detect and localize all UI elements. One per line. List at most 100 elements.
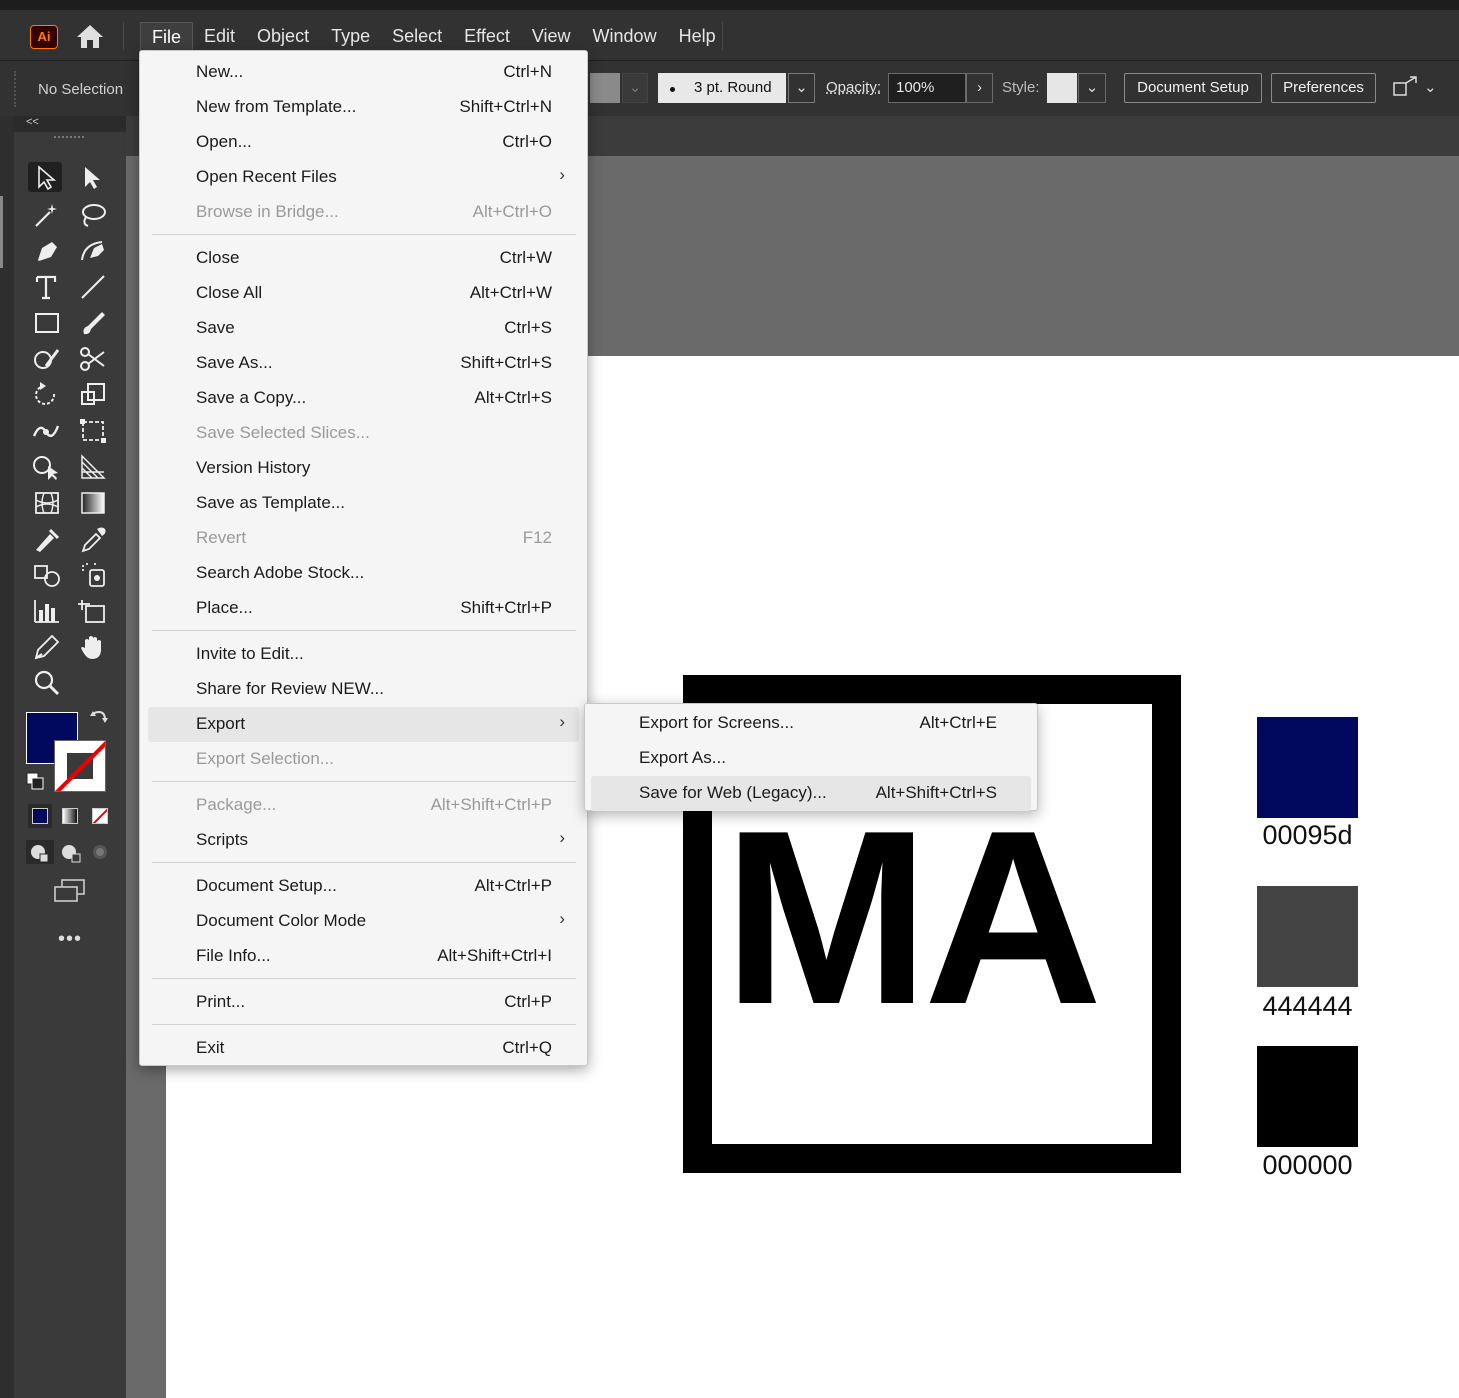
file-menu-item-invite-to-edit[interactable]: Invite to Edit... — [148, 637, 579, 672]
file-menu-item-scripts[interactable]: Scripts › — [148, 823, 579, 858]
slice-tool-icon[interactable] — [30, 632, 64, 662]
lasso-tool-icon[interactable] — [76, 200, 110, 230]
rotate-tool-icon[interactable] — [30, 380, 64, 410]
type-tool-icon[interactable] — [30, 272, 64, 302]
color-swatch-navy[interactable] — [1257, 717, 1358, 818]
file-menu-item-save-a-copy[interactable]: Save a Copy... Alt+Ctrl+S — [148, 381, 579, 416]
file-menu-item-save-as-template[interactable]: Save as Template... — [148, 486, 579, 521]
menu-window[interactable]: Window — [582, 22, 668, 52]
curvature-tool-icon[interactable] — [76, 236, 110, 266]
file-menu-item-exit[interactable]: Exit Ctrl+Q — [148, 1031, 579, 1066]
perspective-grid-tool-icon[interactable] — [76, 452, 110, 482]
swatch-label[interactable]: 444444 — [1240, 991, 1375, 1022]
menu-object[interactable]: Object — [246, 22, 320, 52]
chevron-right-icon[interactable]: › — [966, 73, 993, 103]
file-menu-item-save[interactable]: Save Ctrl+S — [148, 311, 579, 346]
home-icon[interactable] — [75, 22, 105, 50]
hand-tool-icon[interactable] — [76, 632, 110, 662]
swap-fill-stroke-icon[interactable] — [90, 710, 108, 728]
menu-select[interactable]: Select — [381, 22, 453, 52]
panel-grip[interactable] — [54, 136, 84, 141]
selection-tool-icon[interactable] — [28, 162, 62, 192]
column-graph-tool-icon[interactable] — [30, 596, 64, 626]
file-menu-item-export[interactable]: Export › — [148, 707, 579, 742]
arrange-documents-icon[interactable] — [1392, 75, 1420, 101]
menu-view[interactable]: View — [521, 22, 582, 52]
menu-type[interactable]: Type — [320, 22, 381, 52]
file-menu-item-file-info[interactable]: File Info... Alt+Shift+Ctrl+I — [148, 939, 579, 974]
logo-lettering[interactable]: MA — [723, 792, 1163, 1042]
pen-tool-icon[interactable] — [30, 236, 64, 266]
default-fill-stroke-icon[interactable] — [26, 772, 44, 790]
shaper-tool-icon[interactable] — [30, 344, 64, 374]
chevron-down-icon[interactable]: ⌄ — [788, 73, 815, 103]
collapse-toolbar-icon[interactable]: << — [26, 116, 39, 128]
draw-behind-icon[interactable] — [56, 840, 84, 864]
file-menu-item-open[interactable]: Open... Ctrl+O — [148, 125, 579, 160]
none-mode-button[interactable] — [88, 804, 112, 828]
scissors-tool-icon[interactable] — [76, 344, 110, 374]
chevron-down-icon[interactable]: ⌄ — [622, 73, 648, 103]
panel-grip[interactable] — [14, 71, 18, 107]
symbol-sprayer-tool-icon[interactable] — [76, 560, 110, 590]
zoom-tool-icon[interactable] — [30, 668, 64, 698]
chevron-down-icon[interactable]: ⌄ — [1424, 73, 1437, 103]
color-swatch-gray[interactable] — [1257, 886, 1358, 987]
file-menu-item-version-history[interactable]: Version History — [148, 451, 579, 486]
style-swatch[interactable] — [1047, 73, 1077, 103]
change-screen-mode-icon[interactable] — [52, 878, 88, 904]
mesh-tool-icon[interactable] — [30, 488, 64, 518]
width-tool-icon[interactable] — [30, 416, 64, 446]
magic-wand-tool-icon[interactable] — [30, 200, 64, 230]
file-menu-item-print[interactable]: Print... Ctrl+P — [148, 985, 579, 1020]
file-menu-item-open-recent-files[interactable]: Open Recent Files › — [148, 160, 579, 195]
menu-effect[interactable]: Effect — [453, 22, 521, 52]
opacity-input[interactable]: 100% — [888, 73, 966, 103]
swatch-label[interactable]: 000000 — [1240, 1150, 1375, 1181]
eyedropper-tool-icon[interactable] — [76, 524, 110, 554]
export-menu-item-save-for-web-legacy[interactable]: Save for Web (Legacy)... Alt+Shift+Ctrl+S — [591, 776, 1031, 811]
menu-help[interactable]: Help — [668, 22, 727, 52]
blend-tool-icon[interactable] — [30, 560, 64, 590]
file-menu-item-new[interactable]: New... Ctrl+N — [148, 55, 579, 90]
eyedropper-measure-tool-icon[interactable] — [30, 524, 64, 554]
stroke-weight-field[interactable] — [590, 73, 620, 103]
export-menu-item-export-for-screens[interactable]: Export for Screens... Alt+Ctrl+E — [591, 706, 1031, 741]
brush-definition-dropdown[interactable]: 3 pt. Round — [658, 73, 786, 103]
chevron-down-icon[interactable]: ⌄ — [1078, 73, 1106, 103]
file-menu-item-place[interactable]: Place... Shift+Ctrl+P — [148, 591, 579, 626]
stroke-color-swatch[interactable] — [54, 740, 106, 792]
artboard-tool-icon[interactable] — [76, 596, 110, 626]
swatch-label[interactable]: 00095d — [1240, 820, 1375, 851]
draw-normal-icon[interactable] — [26, 840, 54, 864]
toolbar-header[interactable]: << — [14, 116, 126, 132]
direct-selection-tool-icon[interactable] — [76, 162, 110, 192]
rectangle-tool-icon[interactable] — [30, 308, 64, 338]
file-menu-item-new-from-template[interactable]: New from Template... Shift+Ctrl+N — [148, 90, 579, 125]
color-swatch-black[interactable] — [1257, 1046, 1358, 1147]
file-menu-item-save-as[interactable]: Save As... Shift+Ctrl+S — [148, 346, 579, 381]
opacity-label[interactable]: Opacity: — [826, 73, 881, 103]
menu-file[interactable]: File — [140, 22, 194, 52]
color-mode-button[interactable] — [28, 804, 52, 828]
file-menu-item-document-color-mode[interactable]: Document Color Mode › — [148, 904, 579, 939]
preferences-button[interactable]: Preferences — [1271, 73, 1376, 103]
file-menu-item-document-setup[interactable]: Document Setup... Alt+Ctrl+P — [148, 869, 579, 904]
shape-builder-tool-icon[interactable] — [30, 452, 64, 482]
paintbrush-tool-icon[interactable] — [76, 308, 110, 338]
menu-item-label: Close All — [196, 283, 263, 302]
document-setup-button[interactable]: Document Setup — [1124, 73, 1262, 103]
menu-edit[interactable]: Edit — [193, 22, 246, 52]
gradient-mode-button[interactable] — [58, 804, 82, 828]
export-menu-item-export-as[interactable]: Export As... — [591, 741, 1031, 776]
edit-toolbar-button[interactable]: ••• — [58, 928, 82, 951]
gradient-tool-icon[interactable] — [76, 488, 110, 518]
scale-tool-icon[interactable] — [76, 380, 110, 410]
file-menu-item-close[interactable]: Close Ctrl+W — [148, 241, 579, 276]
line-segment-tool-icon[interactable] — [76, 272, 110, 302]
file-menu-item-search-adobe-stock[interactable]: Search Adobe Stock... — [148, 556, 579, 591]
file-menu-item-share-for-review-new[interactable]: Share for Review NEW... — [148, 672, 579, 707]
file-menu-item-close-all[interactable]: Close All Alt+Ctrl+W — [148, 276, 579, 311]
free-transform-tool-icon[interactable] — [76, 416, 110, 446]
draw-inside-icon[interactable] — [86, 840, 114, 864]
